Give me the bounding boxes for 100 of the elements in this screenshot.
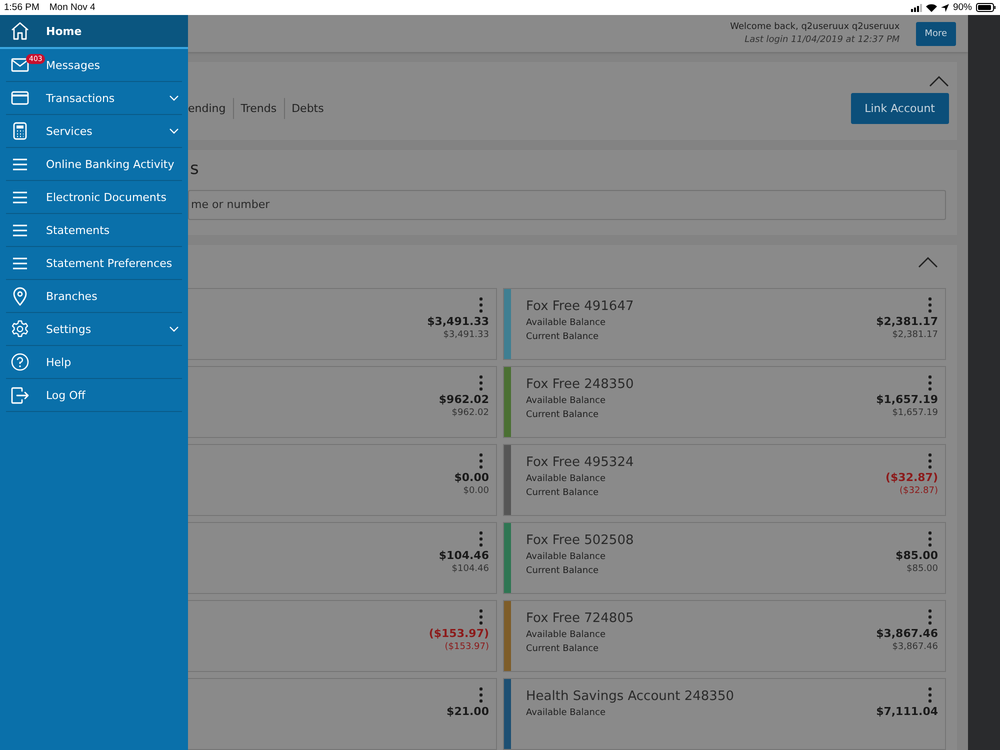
current-balance-amount: $962.02 <box>452 407 489 420</box>
link-account-button[interactable]: Link Account <box>850 93 949 124</box>
search-field[interactable]: me or number <box>188 190 946 220</box>
balance-label: Available Balance <box>526 473 606 486</box>
sidebar-item[interactable]: Services <box>6 115 182 148</box>
more-options-icon[interactable] <box>928 453 932 470</box>
sidebar-item[interactable]: Online Banking Activity <box>6 148 182 181</box>
sidebar-item[interactable]: Help <box>6 346 182 379</box>
available-balance-amount: ($32.87) <box>885 471 938 486</box>
balance-label: Available Balance <box>526 395 606 408</box>
balance-label: Current Balance <box>526 331 600 344</box>
home-icon <box>10 21 30 41</box>
location-arrow-icon <box>940 4 949 12</box>
available-balance-amount: $2,381.17 <box>876 315 938 330</box>
chevron-up-icon[interactable] <box>918 257 938 268</box>
more-options-icon[interactable] <box>479 297 483 314</box>
envelope-icon <box>11 58 29 72</box>
account-card[interactable]: $0.00 $0.00 <box>188 444 497 516</box>
more-options-icon[interactable] <box>928 531 932 548</box>
sidebar-item[interactable]: Home <box>0 15 188 49</box>
current-balance-amount: $3,491.33 <box>443 329 489 342</box>
account-name: Fox Free 248350 <box>526 377 635 392</box>
account-name: Fox Free 724805 <box>526 611 635 626</box>
more-options-icon[interactable] <box>928 297 932 314</box>
more-options-icon[interactable] <box>928 375 932 392</box>
welcome-text: Welcome back, q2useruux q2useruux <box>730 20 900 34</box>
available-balance-amount: $104.46 <box>438 549 489 564</box>
account-card[interactable]: Health Savings Account 248350 Available Balance $7,111.04 <box>503 678 946 750</box>
current-balance-amount: $3,867.46 <box>892 641 938 654</box>
balance-label: Current Balance <box>526 409 600 422</box>
available-balance-amount: $0.00 <box>454 471 489 486</box>
account-card[interactable]: Fox Free 502508 Available Balance Current Balance $85.00 $85.00 <box>503 522 946 594</box>
credit-card-icon <box>11 91 29 105</box>
menu-icon <box>12 224 28 236</box>
available-balance-amount: $3,491.33 <box>427 315 489 330</box>
balance-label: Available Balance <box>526 707 606 720</box>
current-balance-amount: $104.46 <box>452 563 489 576</box>
overview-tab[interactable]: ending <box>188 98 234 120</box>
status-date: Mon Nov 4 <box>49 2 96 13</box>
account-card[interactable]: $104.46 $104.46 <box>188 522 497 594</box>
more-options-icon[interactable] <box>928 687 932 704</box>
overview-tab[interactable]: Trends <box>234 98 285 120</box>
calculator-icon <box>13 122 27 140</box>
more-options-icon[interactable] <box>479 453 483 470</box>
sidebar-item[interactable]: Statements <box>6 214 182 247</box>
account-card[interactable]: Fox Free 724805 Available Balance Current Balance $3,867.46 $3,867.46 <box>503 600 946 672</box>
chevron-down-icon <box>169 128 179 134</box>
more-options-icon[interactable] <box>479 375 483 392</box>
available-balance-amount: ($153.97) <box>428 627 489 642</box>
location-pin-icon <box>13 286 27 306</box>
log-out-icon <box>10 386 30 404</box>
current-balance-amount: $2,381.17 <box>892 329 938 342</box>
sidebar-item[interactable]: Log Off <box>6 379 182 412</box>
menu-icon <box>12 256 28 270</box>
more-options-icon[interactable] <box>479 531 483 548</box>
more-options-icon[interactable] <box>479 687 483 704</box>
last-login-text: Last login 11/04/2019 at 12:37 PM <box>744 34 900 47</box>
account-card[interactable]: ($153.97) ($153.97) <box>188 600 497 672</box>
balance-label: Current Balance <box>526 487 600 500</box>
account-card[interactable]: $21.00 <box>188 678 497 750</box>
chevron-up-icon[interactable] <box>929 76 949 88</box>
account-card[interactable]: Fox Free 495324 Available Balance Current Balance ($32.87) ($32.87) <box>503 444 946 516</box>
account-name: Fox Free 502508 <box>526 533 635 548</box>
menu-icon <box>12 190 28 204</box>
menu-icon <box>12 158 28 170</box>
available-balance-amount: $3,867.46 <box>876 627 938 642</box>
current-balance-amount: ($153.97) <box>444 641 489 654</box>
sidebar-item[interactable]: Statement Preferences <box>6 247 182 280</box>
available-balance-amount: $962.02 <box>438 393 489 408</box>
available-balance-amount: $7,111.04 <box>876 705 938 720</box>
balance-label: Current Balance <box>526 565 600 578</box>
available-balance-amount: $85.00 <box>896 549 938 564</box>
account-name: Health Savings Account 248350 <box>526 689 735 704</box>
more-options-icon[interactable] <box>479 609 483 626</box>
current-balance-amount: ($32.87) <box>899 485 938 498</box>
overview-tab[interactable]: Debts <box>284 98 331 120</box>
current-balance-amount: $0.00 <box>463 485 489 498</box>
available-balance-amount: $1,657.19 <box>876 393 938 408</box>
more-button[interactable]: More <box>916 22 956 46</box>
help-icon <box>11 353 29 371</box>
account-card[interactable]: Fox Free 491647 Available Balance Current Balance $2,381.17 $2,381.17 <box>503 288 946 360</box>
sidebar-item[interactable]: Branches <box>6 280 182 313</box>
balance-label: Available Balance <box>526 317 606 330</box>
current-balance-amount: $85.00 <box>906 563 938 576</box>
account-card[interactable]: $3,491.33 $3,491.33 <box>188 288 497 360</box>
settings-icon <box>11 320 29 338</box>
more-options-icon[interactable] <box>928 609 932 626</box>
account-name: Fox Free 495324 <box>526 455 635 470</box>
current-balance-amount: $1,657.19 <box>892 407 938 420</box>
available-balance-amount: $21.00 <box>446 705 489 720</box>
sidebar-item[interactable]: Electronic Documents <box>6 181 182 214</box>
signal-icon <box>910 4 922 12</box>
account-name: Fox Free 491647 <box>526 299 635 314</box>
account-card[interactable]: Fox Free 248350 Available Balance Current Balance $1,657.19 $1,657.19 <box>503 366 946 438</box>
balance-label: Available Balance <box>526 551 606 564</box>
battery-percentage: 90% <box>952 2 972 13</box>
wifi-icon <box>926 4 937 12</box>
account-card[interactable]: $962.02 $962.02 <box>188 366 497 438</box>
sidebar-item[interactable]: Settings <box>6 313 182 346</box>
sidebar-item[interactable]: Transactions <box>6 82 182 115</box>
